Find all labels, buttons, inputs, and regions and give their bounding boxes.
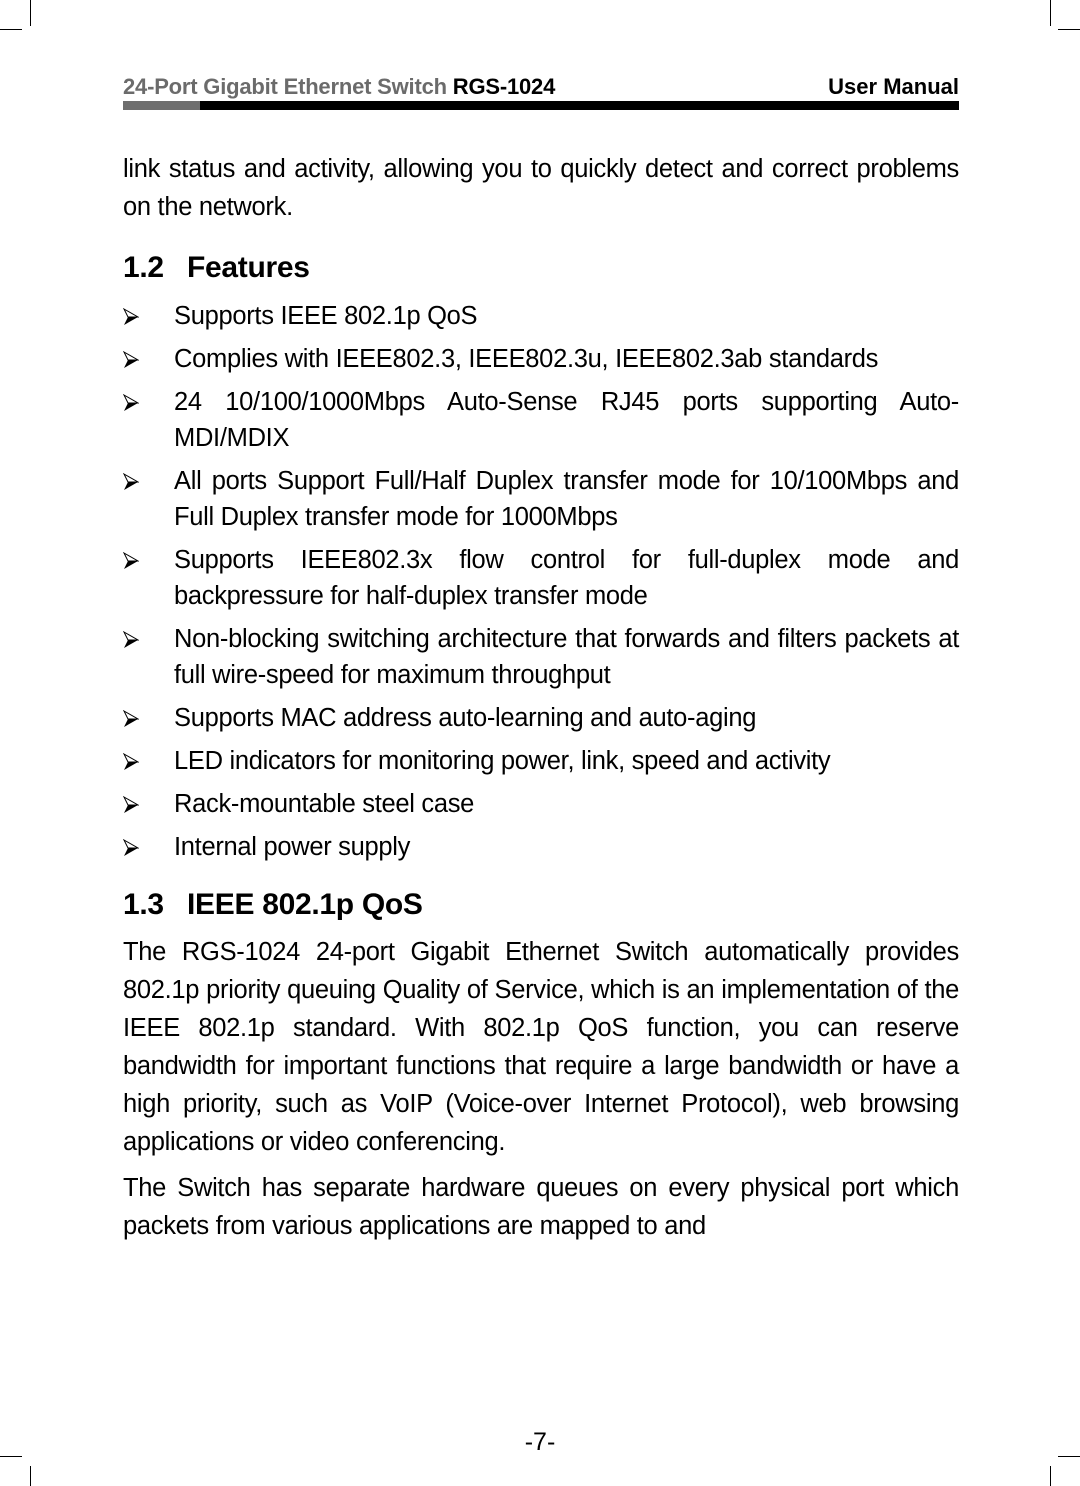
- arrow-bullet-icon: [123, 700, 143, 736]
- feature-item: Supports IEEE 802.1p QoS: [123, 298, 959, 334]
- crop-mark: [0, 29, 22, 30]
- qos-paragraph: The Switch has separate hardware queues …: [123, 1174, 959, 1240]
- crop-mark: [1058, 29, 1080, 30]
- header-rule-accent: [123, 101, 200, 110]
- feature-text: 24 10/100/1000Mbps Auto-Sense RJ45 ports…: [174, 388, 959, 452]
- arrow-bullet-icon: [123, 743, 143, 779]
- feature-item: All ports Support Full/Half Duplex trans…: [123, 463, 959, 535]
- crop-mark: [30, 1466, 31, 1486]
- intro-paragraph: link status and activity, allowing you t…: [123, 155, 959, 221]
- section-number: 1.3: [123, 888, 164, 921]
- section-title: Features: [187, 251, 310, 284]
- header-rule: [123, 101, 959, 110]
- feature-item: Internal power supply: [123, 829, 959, 865]
- header-product: 24-Port Gigabit Ethernet Switch: [123, 74, 447, 99]
- feature-item: Complies with IEEE802.3, IEEE802.3u, IEE…: [123, 341, 959, 377]
- feature-text: Supports IEEE 802.1p QoS: [174, 302, 478, 330]
- section-heading-qos: 1.3 IEEE 802.1p QoS: [123, 885, 959, 925]
- feature-item: Rack-mountable steel case: [123, 786, 959, 822]
- feature-text: All ports Support Full/Half Duplex trans…: [174, 467, 959, 531]
- arrow-bullet-icon: [123, 341, 143, 377]
- arrow-bullet-icon: [123, 621, 143, 657]
- page-content: link status and activity, allowing you t…: [123, 150, 959, 1245]
- feature-text: Complies with IEEE802.3, IEEE802.3u, IEE…: [174, 345, 879, 373]
- feature-item: 24 10/100/1000Mbps Auto-Sense RJ45 ports…: [123, 384, 959, 456]
- section-heading-features: 1.2 Features: [123, 248, 959, 288]
- features-list: Supports IEEE 802.1p QoS Complies with IE…: [123, 298, 959, 865]
- header-doc-type: User Manual: [828, 74, 959, 99]
- crop-mark: [1050, 0, 1051, 26]
- section-number: 1.2: [123, 251, 164, 284]
- page-number: -7-: [524, 1428, 556, 1456]
- crop-mark: [30, 0, 31, 26]
- qos-paragraph: The RGS-1024 24-port Gigabit Ethernet Sw…: [123, 938, 959, 1156]
- arrow-bullet-icon: [123, 542, 143, 578]
- feature-text: Rack-mountable steel case: [174, 790, 475, 818]
- arrow-bullet-icon: [123, 384, 143, 420]
- arrow-bullet-icon: [123, 786, 143, 822]
- running-header: 24-Port Gigabit Ethernet Switch RGS-1024…: [123, 72, 959, 112]
- arrow-bullet-icon: [123, 298, 143, 334]
- feature-text: Non-blocking switching architecture that…: [174, 625, 959, 689]
- feature-item: Non-blocking switching architecture that…: [123, 621, 959, 693]
- feature-text: Internal power supply: [174, 833, 411, 861]
- arrow-bullet-icon: [123, 829, 143, 865]
- section-title: IEEE 802.1p QoS: [187, 888, 423, 921]
- feature-item: Supports IEEE802.3x flow control for ful…: [123, 542, 959, 614]
- feature-text: Supports IEEE802.3x flow control for ful…: [174, 546, 959, 610]
- header-model: RGS-1024: [452, 74, 556, 99]
- feature-item: LED indicators for monitoring power, lin…: [123, 743, 959, 779]
- feature-text: LED indicators for monitoring power, lin…: [174, 747, 831, 775]
- feature-text: Supports MAC address auto-learning and a…: [174, 704, 757, 732]
- feature-item: Supports MAC address auto-learning and a…: [123, 700, 959, 736]
- arrow-bullet-icon: [123, 463, 143, 499]
- crop-mark: [1050, 1466, 1051, 1486]
- header-product-title: 24-Port Gigabit Ethernet Switch RGS-1024: [123, 74, 555, 100]
